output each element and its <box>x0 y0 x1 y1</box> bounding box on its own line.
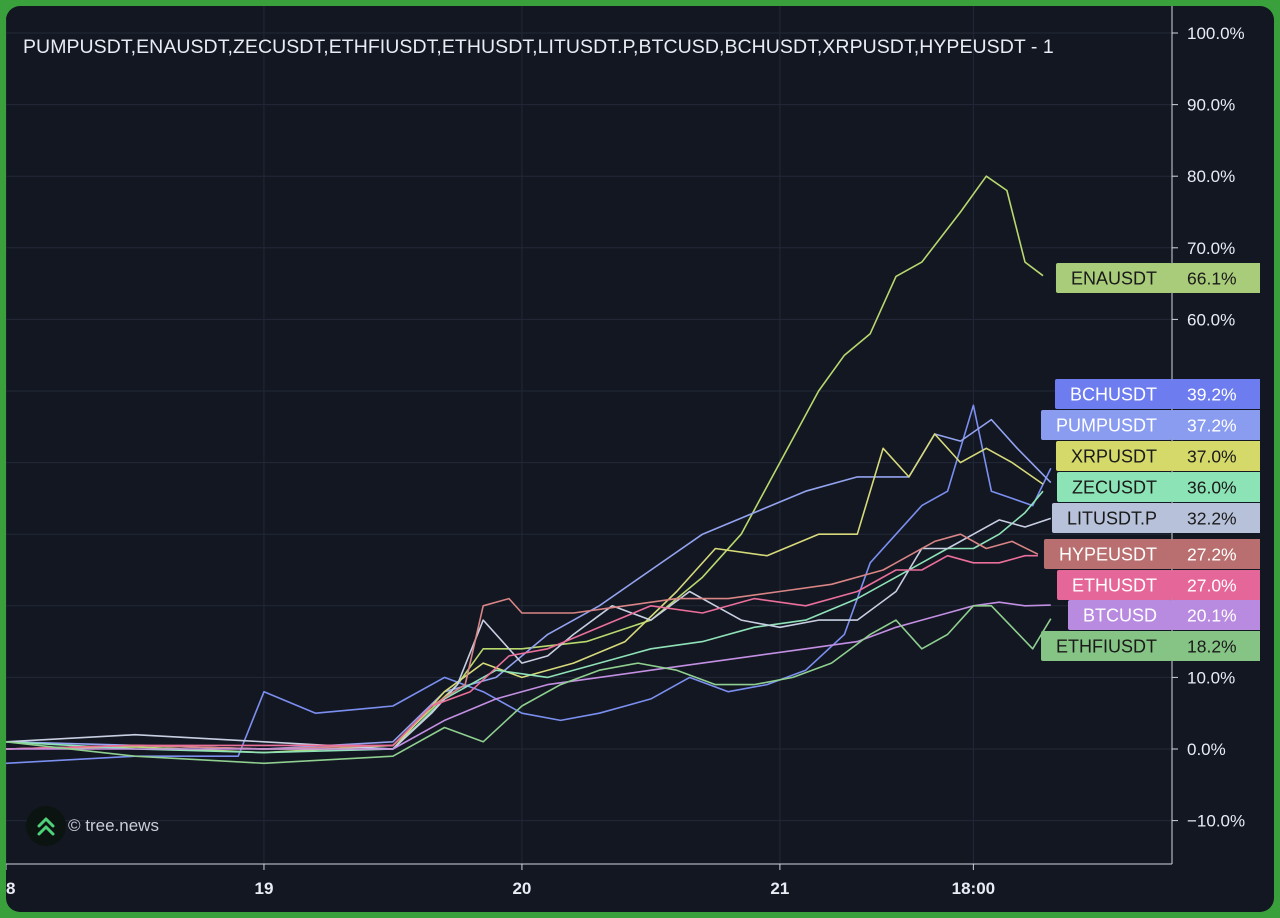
y-tick-label: 60.0% <box>1187 310 1235 329</box>
watermark-text: © tree.news <box>68 816 159 835</box>
series-value-label: 36.0% <box>1187 478 1237 498</box>
x-tick-label: 18 <box>6 879 15 898</box>
series-name-label: PUMPUSDT <box>1056 416 1157 436</box>
series-name-label: ENAUSDT <box>1071 269 1157 289</box>
series-line-xrpusdt <box>6 433 1044 750</box>
series-value-label: 39.2% <box>1187 385 1237 405</box>
series-value-label: 66.1% <box>1187 269 1237 289</box>
series-line-enausdt <box>6 175 1044 754</box>
line-chart: 100.0% 90.0% 80.0% 70.0% 60.0% 10.0% 0.0% −10.0… <box>6 6 1260 898</box>
series-name-label: ZECUSDT <box>1072 478 1157 498</box>
y-tick-label: 70.0% <box>1187 239 1235 258</box>
series-value-label: 20.1% <box>1187 606 1237 626</box>
y-tick-label: 80.0% <box>1187 167 1235 186</box>
series-value-label: 37.2% <box>1187 416 1237 436</box>
series-name-label: ETHFIUSDT <box>1056 637 1157 657</box>
chart-title: PUMPUSDT,ENAUSDT,ZECUSDT,ETHFIUSDT,ETHUS… <box>23 36 1054 58</box>
x-tick-label: 20 <box>512 879 531 898</box>
series-line-pumpusdt <box>6 418 1052 750</box>
series-line-bchusdt <box>6 404 1052 765</box>
series-value-label: 18.2% <box>1187 637 1237 657</box>
series-name-label: HYPEUSDT <box>1059 545 1157 565</box>
series-value-label: 32.2% <box>1187 509 1237 529</box>
x-tick-label: 18:00 <box>952 879 995 898</box>
series-value-label: 27.2% <box>1187 545 1237 565</box>
series-value-label: 27.0% <box>1187 576 1237 596</box>
y-tick-label: −10.0% <box>1187 812 1245 831</box>
series-name-label: BCHUSDT <box>1070 385 1157 405</box>
y-tick-label: 100.0% <box>1187 24 1245 43</box>
series-name-label: BTCUSD <box>1083 606 1157 626</box>
y-tick-label: 10.0% <box>1187 668 1235 687</box>
watermark: © tree.news <box>26 806 159 846</box>
chevron-up-double-icon <box>26 806 66 846</box>
series-name-label: LITUSDT.P <box>1067 509 1157 529</box>
series-line-ethfiusdt <box>6 605 1052 765</box>
series-value-label: 37.0% <box>1187 447 1237 467</box>
y-tick-label: 0.0% <box>1187 740 1226 759</box>
x-tick-label: 19 <box>255 879 274 898</box>
series-name-label: XRPUSDT <box>1071 447 1157 467</box>
chart-frame: 100.0% 90.0% 80.0% 70.0% 60.0% 10.0% 0.0% −10.0… <box>6 6 1274 912</box>
x-tick-label: 21 <box>770 879 789 898</box>
series-name-label: ETHUSDT <box>1072 576 1157 596</box>
y-tick-label: 90.0% <box>1187 96 1235 115</box>
